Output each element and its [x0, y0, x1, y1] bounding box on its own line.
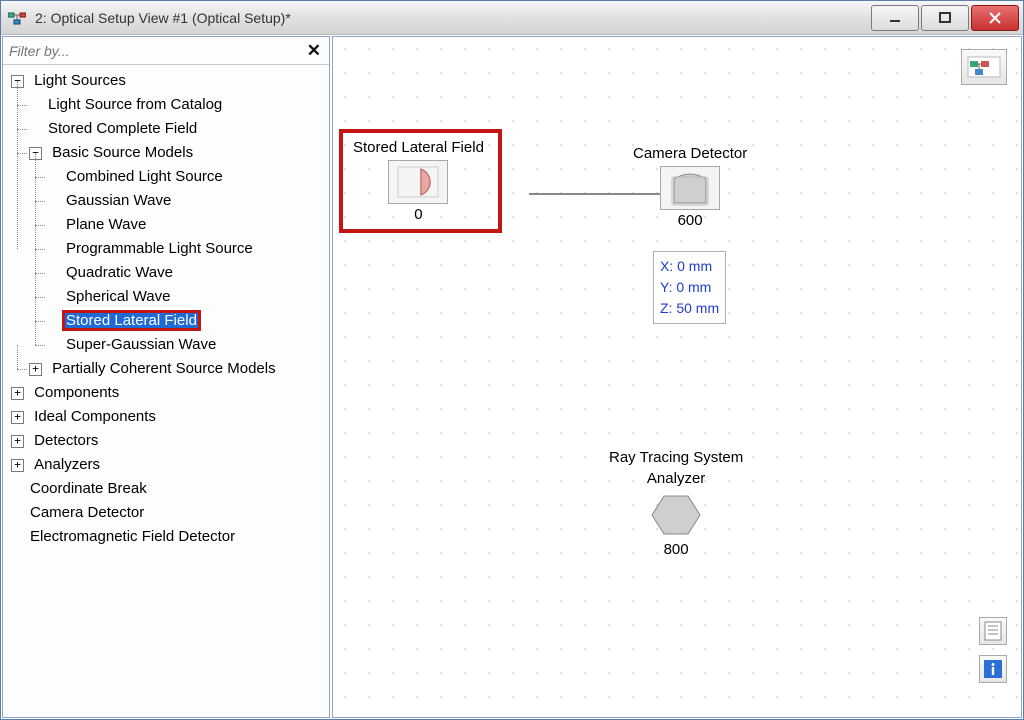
canvas[interactable]: Stored Lateral Field 0 Camera Detector: [332, 36, 1022, 718]
expander-icon[interactable]: +: [29, 363, 42, 376]
tree-item-gaussian-wave[interactable]: Gaussian Wave: [64, 192, 173, 209]
tree-item-basic-source-models[interactable]: Basic Source Models: [50, 144, 195, 161]
body: ✕ − Light Sources Light Source from Cata…: [1, 35, 1023, 719]
filter-input[interactable]: [7, 42, 303, 60]
expander-icon[interactable]: +: [11, 411, 24, 424]
tree-item-stored-lateral-field[interactable]: Stored Lateral Field: [64, 312, 199, 329]
canvas-node-analyzer[interactable]: Ray Tracing System Analyzer 800: [609, 449, 743, 558]
coord-y: Y: 0 mm: [660, 277, 719, 298]
tree-item-coordinate-break[interactable]: Coordinate Break: [28, 480, 149, 497]
tree-item-combined-light-source[interactable]: Combined Light Source: [64, 168, 225, 185]
sidebar: ✕ − Light Sources Light Source from Cata…: [2, 36, 330, 718]
analyzer-icon: [646, 491, 706, 539]
coord-x: X: 0 mm: [660, 256, 719, 277]
coordinates-panel: X: 0 mm Y: 0 mm Z: 50 mm: [653, 251, 726, 324]
close-button[interactable]: [971, 5, 1019, 31]
tree-item-em-field-detector[interactable]: Electromagnetic Field Detector: [28, 528, 237, 545]
toolbar-button-info[interactable]: [979, 655, 1007, 683]
tree-item-components[interactable]: Components: [32, 384, 121, 401]
coord-z: Z: 50 mm: [660, 298, 719, 319]
toolbar-button-diagram[interactable]: [961, 49, 1007, 85]
tree-item-camera-detector[interactable]: Camera Detector: [28, 504, 146, 521]
source-icon: [388, 160, 448, 204]
tree-item-ideal-components[interactable]: Ideal Components: [32, 408, 158, 425]
tree-item-spherical-wave[interactable]: Spherical Wave: [64, 288, 173, 305]
tree-item-programmable-light-source[interactable]: Programmable Light Source: [64, 240, 255, 257]
node-label: Stored Lateral Field: [353, 139, 484, 156]
detector-icon: [660, 166, 720, 210]
expander-icon[interactable]: +: [11, 459, 24, 472]
tree-item-analyzers[interactable]: Analyzers: [32, 456, 102, 473]
node-label: Ray Tracing System: [609, 449, 743, 466]
tree-item-detectors[interactable]: Detectors: [32, 432, 100, 449]
filter-box: ✕: [3, 37, 329, 65]
tree-item-light-source-from-catalog[interactable]: Light Source from Catalog: [46, 96, 224, 113]
filter-clear-icon[interactable]: ✕: [303, 41, 325, 61]
expander-icon[interactable]: +: [11, 387, 24, 400]
node-label-line2: Analyzer: [609, 470, 743, 487]
app-window: 2: Optical Setup View #1 (Optical Setup)…: [0, 0, 1024, 720]
window-title: 2: Optical Setup View #1 (Optical Setup)…: [35, 10, 871, 26]
titlebar: 2: Optical Setup View #1 (Optical Setup)…: [1, 1, 1023, 35]
app-icon: [5, 6, 29, 30]
tree-item-quadratic-wave[interactable]: Quadratic Wave: [64, 264, 175, 281]
minimize-button[interactable]: [871, 5, 919, 31]
maximize-button[interactable]: [921, 5, 969, 31]
canvas-node-camera-detector[interactable]: Camera Detector 600: [633, 145, 747, 229]
tree-item-super-gaussian-wave[interactable]: Super-Gaussian Wave: [64, 336, 218, 353]
tree-item-stored-complete-field[interactable]: Stored Complete Field: [46, 120, 199, 137]
window-buttons: [871, 5, 1019, 31]
tree-item-light-sources[interactable]: Light Sources: [32, 72, 128, 89]
canvas-node-source[interactable]: Stored Lateral Field 0: [339, 129, 502, 233]
tree-item-plane-wave[interactable]: Plane Wave: [64, 216, 148, 233]
tree[interactable]: − Light Sources Light Source from Catalo…: [3, 65, 329, 717]
toolbar-button-notes[interactable]: [979, 617, 1007, 645]
node-id: 600: [633, 212, 747, 229]
tree-item-partially-coherent[interactable]: Partially Coherent Source Models: [50, 360, 277, 377]
expander-icon[interactable]: +: [11, 435, 24, 448]
node-id: 0: [353, 206, 484, 223]
node-label: Camera Detector: [633, 145, 747, 162]
node-id: 800: [609, 541, 743, 558]
